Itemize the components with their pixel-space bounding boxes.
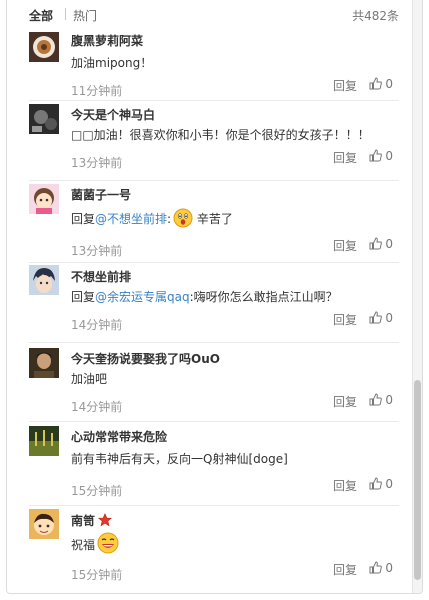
reply-prefix: 回复 — [71, 290, 96, 304]
thumbs-up-icon — [369, 477, 383, 490]
round-badge-avatar[interactable] — [29, 32, 59, 62]
comment-username[interactable]: 菌菌子一号 — [71, 186, 131, 203]
mention-link[interactable]: @不想坐前排 — [95, 212, 167, 226]
thumbs-up-icon — [369, 393, 383, 406]
like-count: 0 — [385, 149, 393, 163]
comment-item: 腹黑萝莉阿菜 加油mipong！ 11分钟前 回复 0 — [29, 27, 399, 101]
laughing-face-emoji — [97, 532, 119, 554]
comment-item: 菌菌子一号 回复@不想坐前排: 辛苦了 13分钟前 回复 0 — [29, 181, 399, 263]
reply-button[interactable]: 回复 — [333, 393, 357, 410]
like-button[interactable]: 0 — [369, 77, 393, 91]
comment-item: 今天奎扬说要娶我了吗OuO 加油吧 14分钟前 回复 0 — [29, 343, 399, 422]
like-button[interactable]: 0 — [369, 237, 393, 251]
thumbs-up-icon — [369, 77, 383, 90]
comment-text: 加油吧 — [71, 372, 108, 386]
mention-link[interactable]: @余宏运专属qaq — [95, 290, 190, 304]
like-count: 0 — [385, 477, 393, 491]
surprised-face-emoji — [173, 208, 193, 228]
reply-colon: : — [167, 212, 172, 226]
like-button[interactable]: 0 — [369, 561, 393, 575]
comment-username[interactable]: 腹黑萝莉阿菜 — [71, 32, 143, 49]
like-count: 0 — [385, 311, 393, 325]
comment-tabs-bar: 全部 热门 共482条 — [29, 7, 399, 27]
comment-time: 13分钟前 — [71, 156, 123, 170]
comment-text: 回复@不想坐前排: 辛苦了 — [71, 208, 233, 228]
thumbs-up-icon — [369, 311, 383, 324]
field-photo-avatar[interactable] — [29, 426, 59, 456]
comment-item: 南笥 祝福 15分钟前 回复 0 — [29, 506, 399, 588]
username-text: 南笥 — [71, 514, 96, 528]
comment-username[interactable]: 南笥 — [71, 512, 113, 529]
comment-item: 不想坐前排 回复@余宏运专属qaq:嗨呀你怎么敢指点江山啊？ 14分钟前 回复 … — [29, 263, 399, 343]
comment-time: 14分钟前 — [71, 400, 123, 414]
tab-all[interactable]: 全部 — [29, 7, 53, 24]
like-button[interactable]: 0 — [369, 477, 393, 491]
comment-item: 今天是个神马白 □□加油！很喜欢你和小韦！你是个很好的女孩子！！！ 13分钟前 … — [29, 101, 399, 181]
anime-boy-avatar[interactable] — [29, 265, 59, 295]
comment-time: 15分钟前 — [71, 484, 123, 498]
like-count: 0 — [385, 561, 393, 575]
reply-button[interactable]: 回复 — [333, 149, 357, 166]
like-count: 0 — [385, 77, 393, 91]
comment-time: 11分钟前 — [71, 84, 123, 98]
comment-text: 回复@余宏运专属qaq:嗨呀你怎么敢指点江山啊？ — [71, 288, 338, 305]
dark-photo-avatar[interactable] — [29, 104, 59, 134]
like-button[interactable]: 0 — [369, 311, 393, 325]
reply-prefix: 回复 — [71, 212, 96, 226]
tab-hot[interactable]: 热门 — [73, 7, 97, 24]
comment-text-after: :嗨呀你怎么敢指点江山啊？ — [189, 290, 338, 304]
comment-username[interactable]: 心动常常带来危险 — [71, 428, 167, 445]
comment-time: 15分钟前 — [71, 568, 123, 582]
comment-text: 前有韦神后有天，反向一Q射神仙[doge] — [71, 452, 288, 466]
comment-time: 13分钟前 — [71, 244, 123, 258]
reply-button[interactable]: 回复 — [333, 477, 357, 494]
comment-text: 加油mipong！ — [71, 56, 153, 70]
comment-time: 14分钟前 — [71, 318, 123, 332]
like-button[interactable]: 0 — [369, 393, 393, 407]
like-count: 0 — [385, 393, 393, 407]
vertical-scrollbar[interactable] — [412, 0, 422, 593]
comment-item: 心动常常带来危险 前有韦神后有天，反向一Q射神仙[doge] 15分钟前 回复 … — [29, 422, 399, 506]
tab-divider — [65, 8, 66, 20]
portrait-photo-avatar[interactable] — [29, 348, 59, 378]
comment-text: 祝福 — [71, 532, 119, 554]
reply-button[interactable]: 回复 — [333, 237, 357, 254]
reply-button[interactable]: 回复 — [333, 561, 357, 578]
comment-text-main: 祝福 — [71, 538, 96, 552]
comment-list: 腹黑萝莉阿菜 加油mipong！ 11分钟前 回复 0 今天是个神马白 □□加油… — [29, 27, 399, 588]
comment-text-after: 辛苦了 — [193, 212, 233, 226]
comment-text: □□加油！很喜欢你和小韦！你是个很好的女孩子！！！ — [71, 128, 370, 142]
scrollbar-thumb[interactable] — [414, 380, 421, 580]
like-count: 0 — [385, 237, 393, 251]
thumbs-up-icon — [369, 149, 383, 162]
comment-username[interactable]: 今天奎扬说要娶我了吗OuO — [71, 350, 220, 367]
reply-button[interactable]: 回复 — [333, 311, 357, 328]
cartoon-girl-avatar[interactable] — [29, 184, 59, 214]
comment-panel: 全部 热门 共482条 腹黑萝莉阿菜 加油mipong！ 11分钟前 回复 0 … — [6, 0, 423, 594]
thumbs-up-icon — [369, 561, 383, 574]
like-button[interactable]: 0 — [369, 149, 393, 163]
cartoon-kid-avatar[interactable] — [29, 509, 59, 539]
red-star-icon — [98, 513, 113, 527]
comment-username[interactable]: 今天是个神马白 — [71, 106, 155, 123]
thumbs-up-icon — [369, 237, 383, 250]
comment-username[interactable]: 不想坐前排 — [71, 268, 131, 285]
reply-button[interactable]: 回复 — [333, 77, 357, 94]
comment-total-count: 共482条 — [352, 9, 399, 23]
